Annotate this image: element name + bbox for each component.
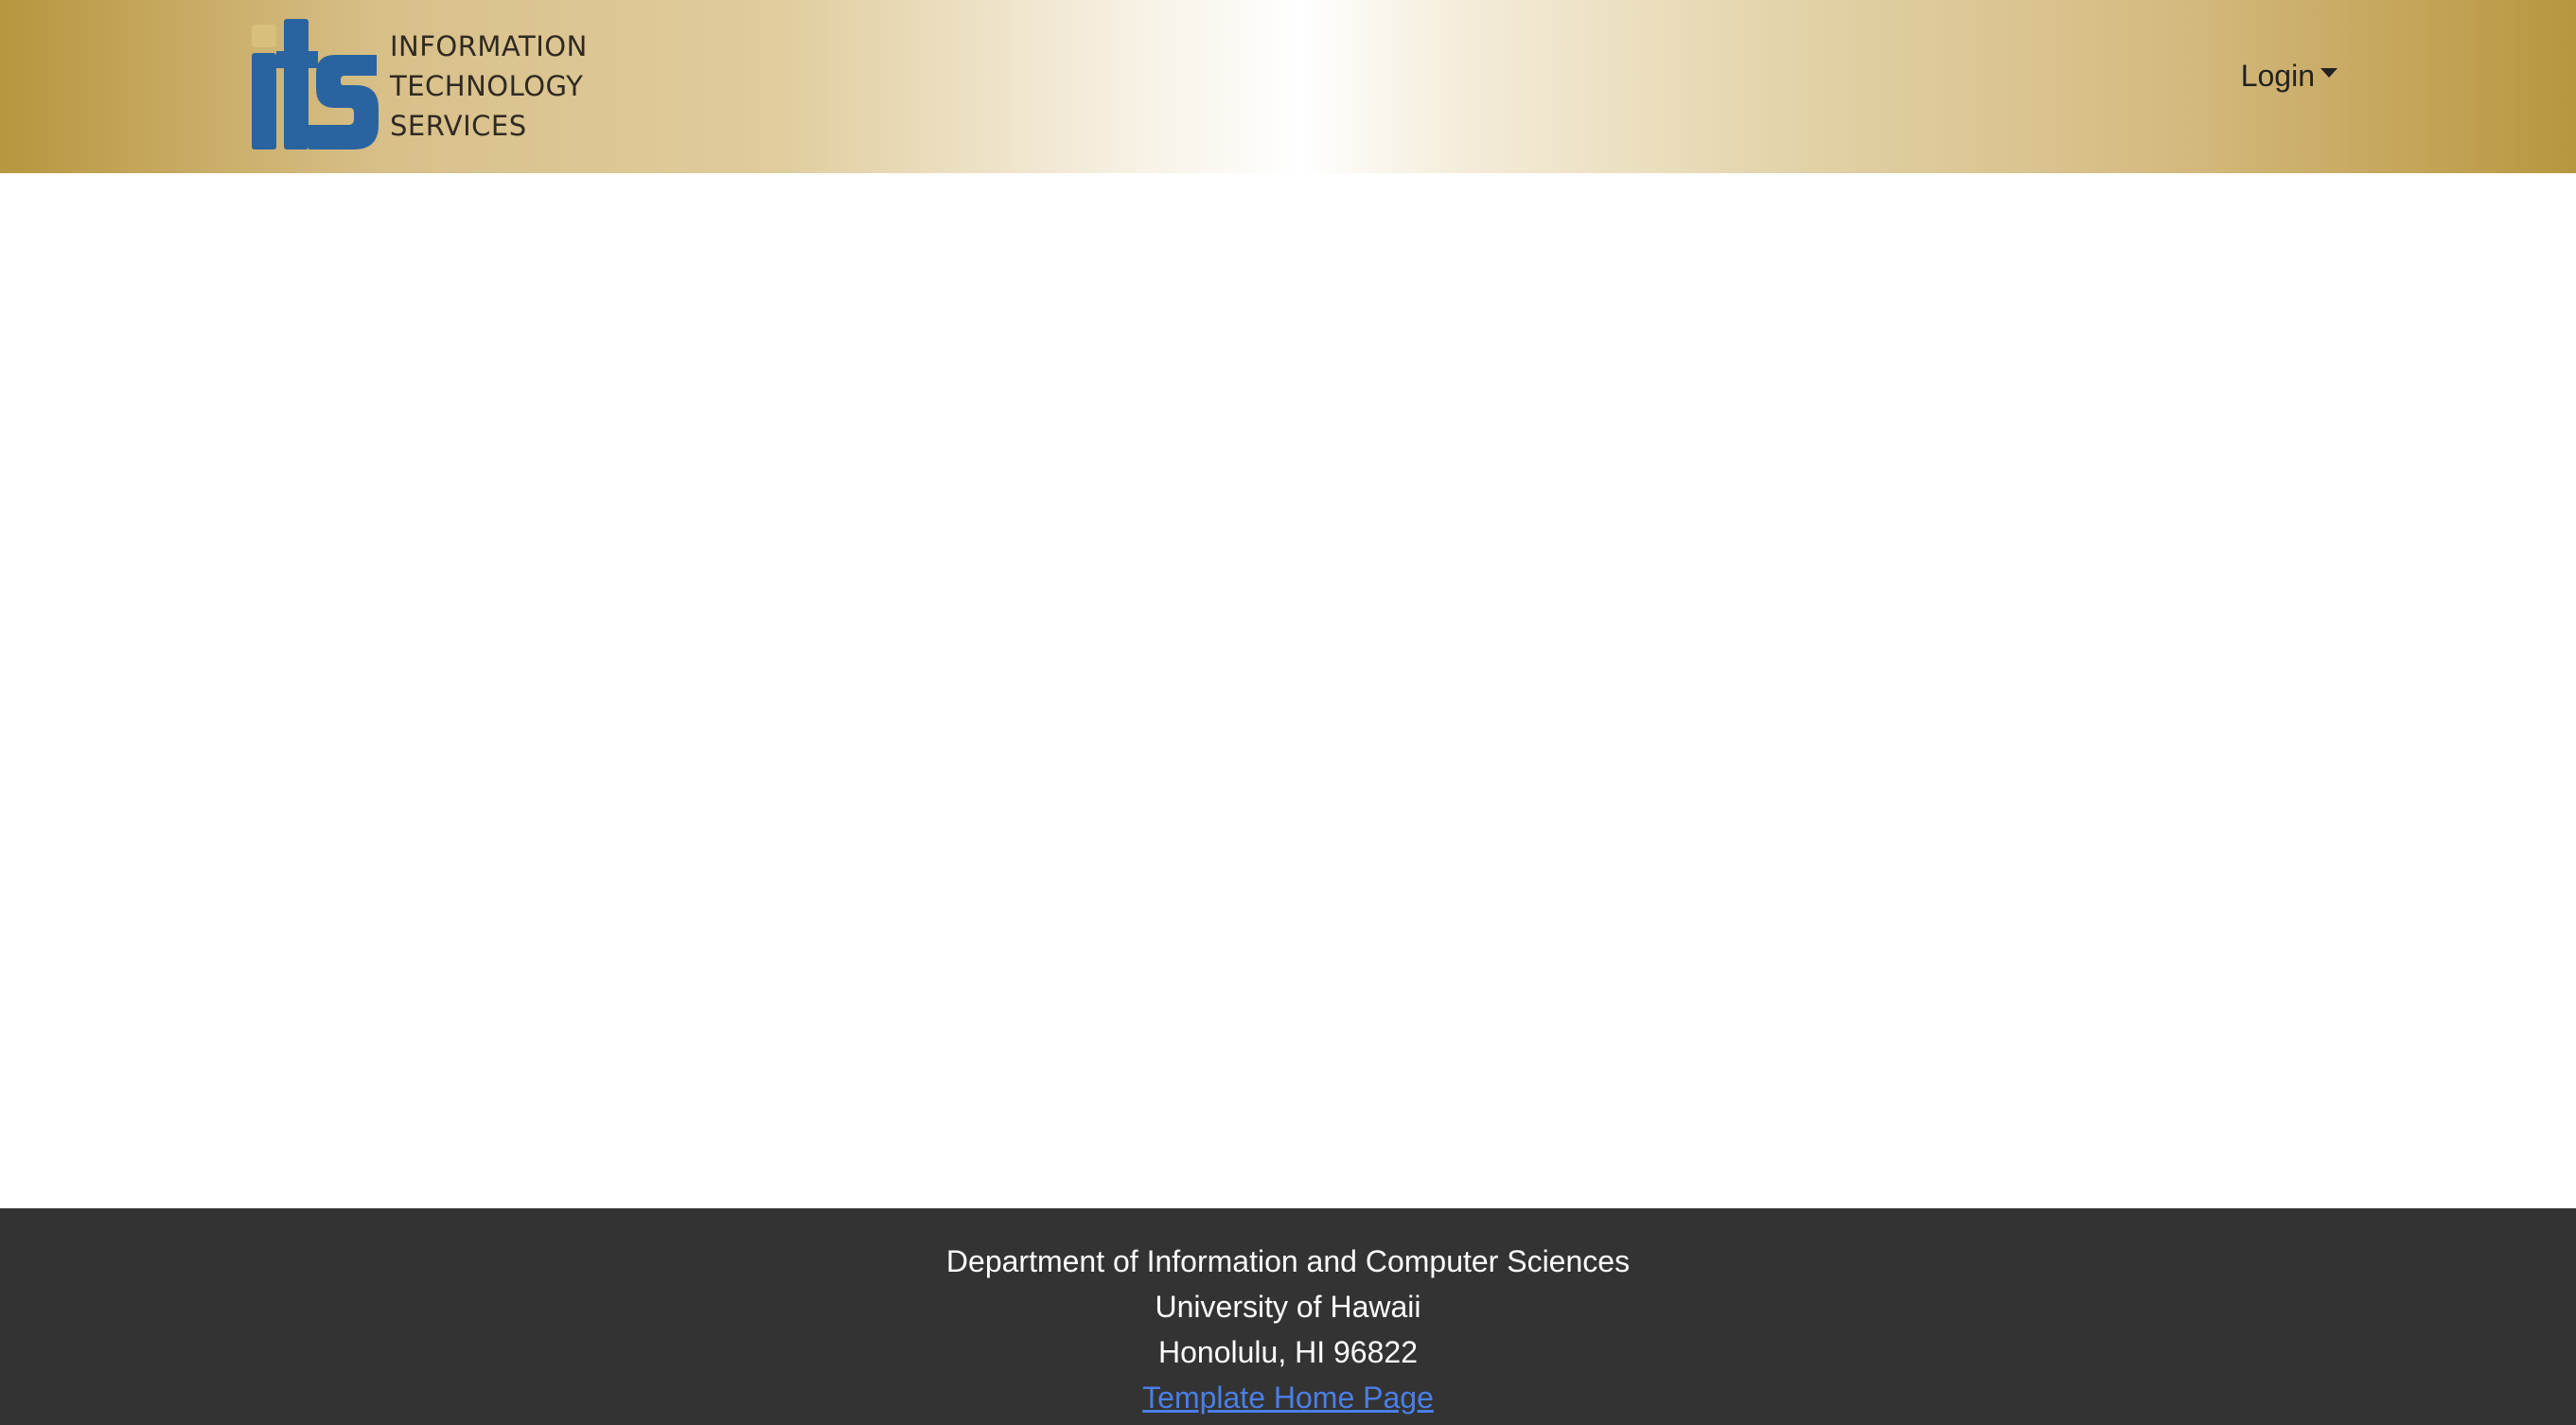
its-logo-text: INFORMATION TECHNOLOGY SERVICES <box>390 17 588 154</box>
its-logo-mark-icon <box>252 19 379 150</box>
top-navbar: INFORMATION TECHNOLOGY SERVICES Login <box>0 0 2576 173</box>
logo-line-3: SERVICES <box>390 109 527 142</box>
template-home-page-link[interactable]: Template Home Page <box>1142 1381 1434 1415</box>
caret-down-icon <box>2320 67 2338 78</box>
logo-line-2: TECHNOLOGY <box>390 69 584 102</box>
footer-address: Honolulu, HI 96822 <box>1158 1335 1418 1369</box>
its-logo[interactable]: INFORMATION TECHNOLOGY SERVICES <box>248 17 588 154</box>
main-content <box>0 173 2576 1208</box>
login-label: Login <box>2240 59 2315 93</box>
page: INFORMATION TECHNOLOGY SERVICES Login De… <box>0 0 2576 1425</box>
footer-university: University of Hawaii <box>1155 1290 1421 1324</box>
logo-line-1: INFORMATION <box>390 29 588 62</box>
footer: Department of Information and Computer S… <box>0 1208 2576 1425</box>
footer-department: Department of Information and Computer S… <box>945 1244 1631 1278</box>
login-dropdown[interactable]: Login <box>2241 59 2338 94</box>
